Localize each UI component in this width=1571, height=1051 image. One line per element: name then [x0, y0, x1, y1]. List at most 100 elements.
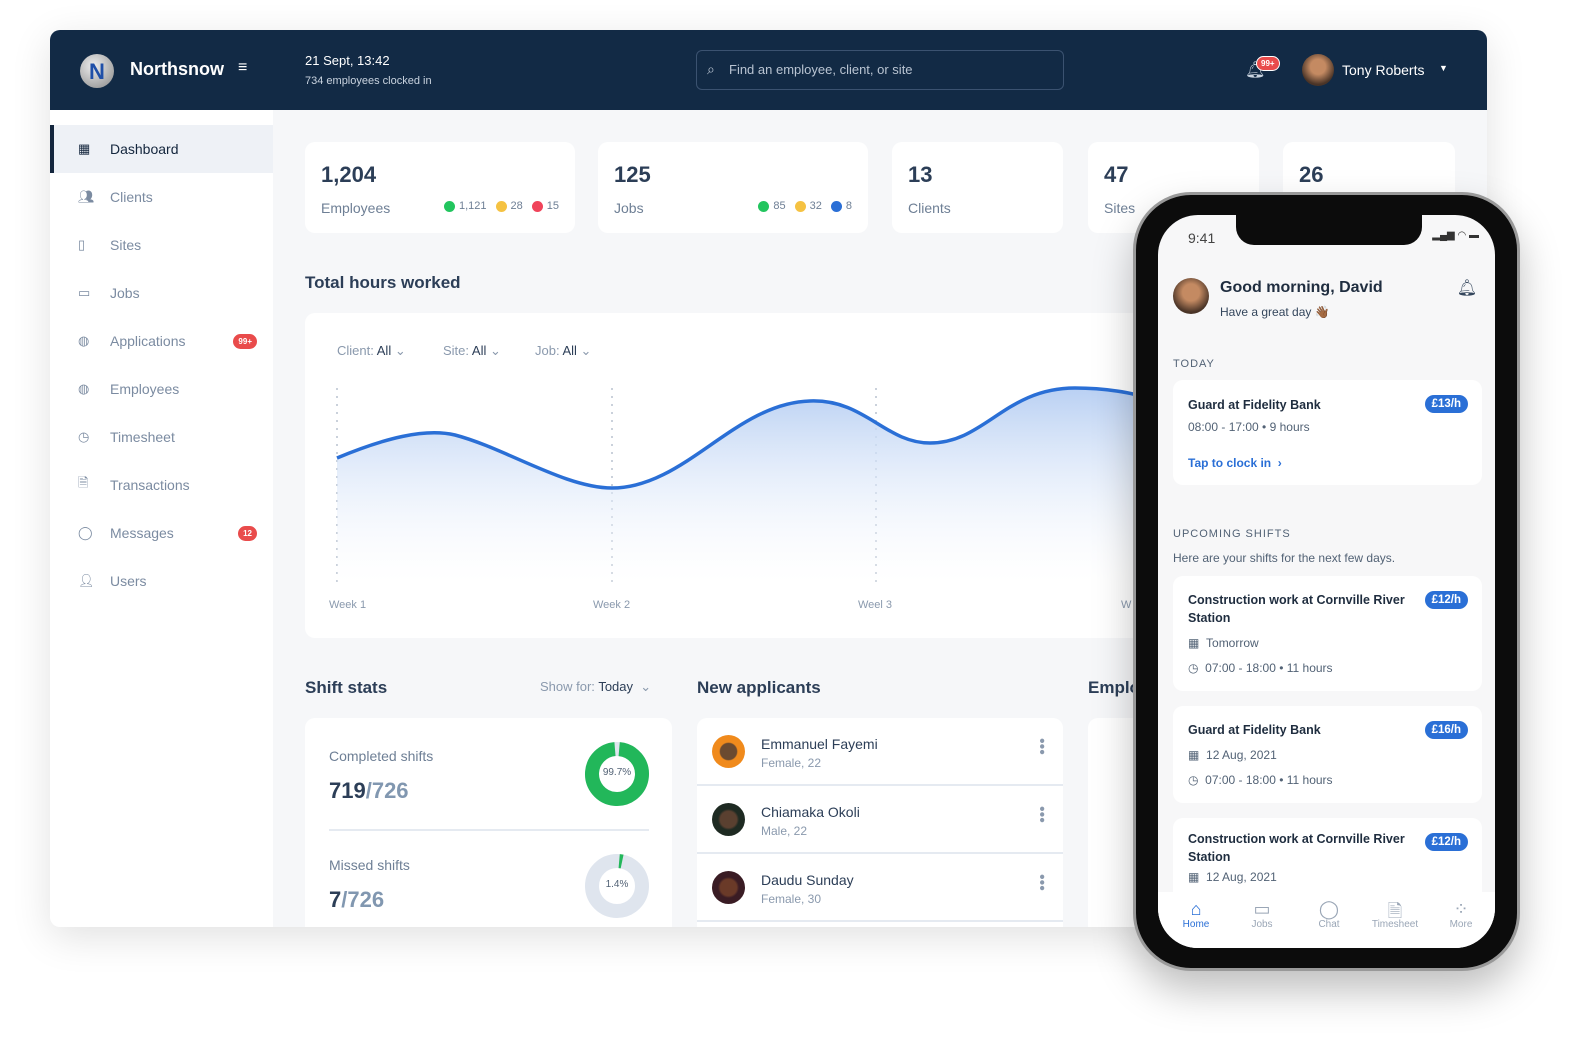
applicants-list: Emmanuel Fayemi Female, 22 ••• Chiamaka Ok…: [697, 718, 1063, 927]
briefcase-icon: ▭: [1253, 899, 1271, 919]
shift-title: Construction work at Cornville River Sta…: [1188, 832, 1405, 864]
today-shift-card[interactable]: Guard at Fidelity Bank £13/h 08:00 - 17:…: [1173, 380, 1482, 485]
sidebar-item-label: Transactions: [110, 477, 190, 493]
x-tick-label: W: [1121, 599, 1132, 611]
sidebar-item-timesheet[interactable]: ◷ Timesheet: [50, 413, 273, 461]
user-name[interactable]: Tony Roberts: [1342, 62, 1424, 78]
rate-badge: £12/h: [1424, 591, 1468, 609]
calendar-icon: ▦: [1188, 870, 1200, 884]
sidebar-item-dashboard[interactable]: ▦ Dashboard: [50, 125, 273, 173]
list-item[interactable]: Daudu Sunday Female, 30 •••: [697, 854, 1063, 922]
shift-title: Construction work at Cornville River Sta…: [1188, 593, 1405, 625]
more-options-icon[interactable]: •••: [1033, 738, 1050, 755]
applications-badge: 99+: [233, 333, 257, 349]
avatar: [712, 871, 745, 904]
shift-card[interactable]: Guard at Fidelity Bank £16/h ▦ 12 Aug, 2…: [1173, 706, 1482, 803]
user-avatar[interactable]: [1302, 54, 1334, 86]
tab-jobs[interactable]: ▭ Jobs: [1232, 899, 1292, 930]
shift-time: 08:00 - 17:00 • 9 hours: [1188, 420, 1310, 434]
rate-badge: £12/h: [1424, 833, 1468, 851]
sidebar-item-applications[interactable]: ◍ Applications 99+: [50, 317, 273, 365]
more-options-icon[interactable]: •••: [1033, 874, 1050, 891]
x-tick-label: Week 2: [593, 599, 631, 611]
grid-dots-icon: ⁘: [1453, 899, 1469, 919]
status-counts: 1,121 28 15: [439, 200, 559, 212]
section-label: UPCOMING SHIFTS: [1173, 528, 1291, 540]
sidebar-item-label: Jobs: [110, 285, 140, 301]
applicants-title: New applicants: [697, 678, 821, 697]
sidebar-item-label: Users: [110, 573, 147, 589]
section-subtitle: Here are your shifts for the next few da…: [1173, 551, 1396, 565]
shift-title: Guard at Fidelity Bank: [1188, 398, 1321, 412]
status-icons: ▂▄▆ ◠ ▬: [1432, 230, 1479, 241]
shift-date: ▦ 12 Aug, 2021: [1188, 748, 1277, 762]
stat-card-jobs[interactable]: 125 Jobs 85 32 8: [598, 142, 868, 233]
stat-label: Jobs: [614, 200, 644, 216]
user-icon: 👤︎: [78, 573, 95, 588]
sidebar-item-employees[interactable]: ◍ Employees: [50, 365, 273, 413]
phone-mockup: 9:41 ▂▄▆ ◠ ▬ Good morning, David Have a …: [1133, 192, 1520, 971]
sidebar-item-clients[interactable]: 👥︎ Clients: [50, 173, 273, 221]
applicant-meta: Male, 22: [761, 824, 808, 838]
area-fill: [337, 388, 1145, 583]
show-for-dropdown[interactable]: Show for: Today ⌄: [540, 679, 651, 695]
divider: [329, 829, 649, 831]
sidebar-item-label: Dashboard: [110, 141, 179, 157]
stat-value: 125: [614, 162, 651, 187]
phone-notch: [1236, 215, 1422, 245]
avatar: [1173, 278, 1209, 314]
sidebar: ▦ Dashboard 👥︎ Clients ▯ Sites ▭ Jobs ◍ Appli…: [50, 110, 273, 927]
chat-icon: ◯: [1318, 899, 1340, 919]
clock-in-link[interactable]: Tap to clock in ›: [1188, 456, 1282, 470]
tab-more[interactable]: ⁘ More: [1431, 899, 1491, 930]
tab-timesheet[interactable]: 🗎︎ Timesheet: [1365, 899, 1425, 930]
shift-stats-title: Shift stats: [305, 678, 388, 697]
stat-value: 1,204: [321, 162, 377, 187]
stat-label: Clients: [908, 200, 951, 216]
section-label: TODAY: [1173, 358, 1215, 370]
calendar-icon: ▦: [1188, 636, 1200, 650]
shift-time: ◷ 07:00 - 18:00 • 11 hours: [1188, 661, 1333, 675]
shift-card[interactable]: Construction work at Cornville River Sta…: [1173, 576, 1482, 691]
user-menu-caret-icon[interactable]: ▼: [1439, 63, 1448, 73]
document-icon: 🗎︎: [1387, 901, 1403, 921]
tab-chat[interactable]: ◯ Chat: [1299, 899, 1359, 930]
shift-date: ▦ Tomorrow: [1188, 636, 1259, 650]
tab-home[interactable]: ⌂ Home: [1166, 899, 1226, 930]
bell-icon[interactable]: 🔔︎: [1457, 278, 1477, 298]
shift-date: ▦ 12 Aug, 2021: [1188, 870, 1277, 884]
hamburger-menu-icon[interactable]: ≡: [238, 59, 247, 77]
current-date: 21 Sept, 13:42: [305, 53, 390, 68]
missed-value: 7/726: [329, 887, 385, 912]
stat-label: Employees: [321, 200, 391, 216]
applicant-meta: Female, 30: [761, 892, 822, 906]
sidebar-item-label: Sites: [110, 237, 142, 253]
missed-label: Missed shifts: [329, 857, 410, 873]
count-active: 1,121: [458, 200, 487, 212]
more-options-icon[interactable]: •••: [1033, 806, 1050, 823]
hours-title: Total hours worked: [305, 273, 461, 292]
stat-card-employees[interactable]: 1,204 Employees 1,121 28 15: [305, 142, 575, 233]
list-item[interactable]: Chiamaka Okoli Male, 22 •••: [697, 786, 1063, 854]
stat-value: 47: [1104, 162, 1129, 187]
list-item[interactable]: Emmanuel Fayemi Female, 22 •••: [697, 718, 1063, 786]
applicant-name: Daudu Sunday: [761, 872, 854, 888]
count-inactive: 15: [546, 200, 559, 212]
x-tick-label: Week 1: [329, 599, 367, 611]
brand-name: Northsnow: [130, 59, 224, 79]
sidebar-item-sites[interactable]: ▯ Sites: [50, 221, 273, 269]
stat-value: 13: [908, 162, 933, 187]
sidebar-item-jobs[interactable]: ▭ Jobs: [50, 269, 273, 317]
phone-screen: 9:41 ▂▄▆ ◠ ▬ Good morning, David Have a …: [1158, 215, 1495, 948]
avatar: [712, 735, 745, 768]
sidebar-item-users[interactable]: 👤︎ Users: [50, 557, 273, 605]
chat-icon: ◯: [78, 525, 93, 540]
rate-badge: £16/h: [1424, 721, 1468, 739]
sidebar-item-messages[interactable]: ◯ Messages 12: [50, 509, 273, 557]
search-icon: ⌕: [707, 61, 715, 77]
missed-pct: 1.4%: [605, 879, 629, 890]
sidebar-item-transactions[interactable]: 🗎︎ Transactions: [50, 461, 273, 509]
brand-logo: [80, 54, 114, 88]
search-input[interactable]: ⌕ Find an employee, client, or site: [696, 50, 1064, 90]
stat-card-clients[interactable]: 13 Clients: [892, 142, 1063, 233]
